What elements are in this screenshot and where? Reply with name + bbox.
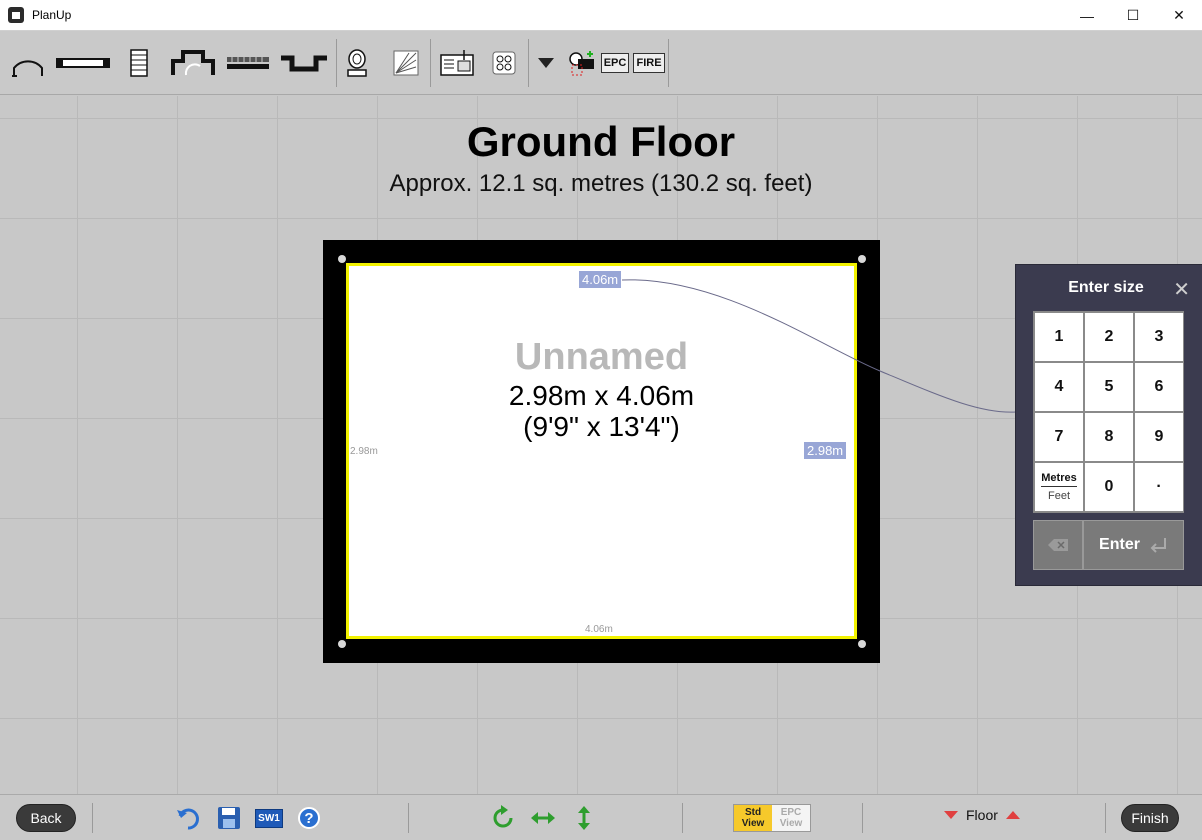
hob-tool[interactable] [492, 45, 516, 81]
std-view-line1: Std [744, 807, 762, 818]
keypad: 1 2 3 4 5 6 7 8 9 Metres Feet 0 · [1033, 311, 1184, 513]
window-icon [56, 58, 110, 68]
sw1-label: SW1 [255, 808, 283, 828]
save-icon [218, 807, 240, 829]
app-icon [8, 7, 24, 23]
enter-return-icon [1150, 538, 1166, 553]
undo-button[interactable] [176, 805, 202, 831]
radiator-icon [227, 57, 269, 69]
title-bar: PlanUp — ☐ ✕ [0, 0, 1202, 31]
bottom-separator [408, 803, 409, 833]
bottom-separator [682, 803, 683, 833]
key-0[interactable]: 0 [1084, 462, 1134, 512]
bottom-separator [1105, 803, 1106, 833]
floor-down-icon[interactable] [944, 811, 958, 819]
enter-label: Enter [1099, 536, 1140, 553]
unit-toggle-key[interactable]: Metres Feet [1034, 462, 1084, 512]
std-view-line2: View [741, 818, 765, 829]
cupboard-icon [440, 50, 474, 76]
key-8[interactable]: 8 [1084, 412, 1134, 462]
epc-view-button[interactable]: EPC View [772, 805, 810, 831]
finish-button[interactable]: Finish [1121, 804, 1179, 832]
alcove-tool[interactable] [280, 45, 328, 81]
hob-icon [492, 51, 516, 75]
minimize-button[interactable]: — [1064, 0, 1110, 31]
toilet-icon [347, 49, 367, 77]
floor-navigator: Floor [944, 807, 1020, 823]
view-toggle: Std View EPC View [733, 804, 811, 832]
shading-icon [393, 50, 419, 76]
unit-secondary: Feet [1047, 490, 1070, 502]
stairs-tool[interactable] [128, 45, 150, 81]
bay-window-icon [171, 50, 215, 76]
undo-icon [177, 808, 199, 830]
toolbar: EPC FIRE [0, 31, 1202, 95]
toilet-tool[interactable] [344, 45, 370, 81]
back-button[interactable]: Back [16, 804, 76, 832]
epc-view-line1: EPC [780, 807, 802, 818]
epc-view-line2: View [779, 818, 803, 829]
bottom-separator [92, 803, 93, 833]
fire-button-label: FIRE [633, 53, 665, 73]
toolbar-separator [668, 39, 669, 87]
toolbar-separator [430, 39, 431, 87]
more-tools-dropdown[interactable] [536, 45, 556, 81]
unit-primary: Metres [1041, 472, 1077, 487]
radiator-tool[interactable] [226, 45, 270, 81]
flip-horizontal-button[interactable] [530, 805, 556, 831]
floor-label: Floor [966, 807, 998, 823]
dropdown-triangle-icon [538, 58, 554, 68]
key-4[interactable]: 4 [1034, 362, 1084, 412]
rotate-button[interactable] [490, 805, 516, 831]
enter-button[interactable]: Enter [1083, 520, 1184, 570]
save-button[interactable] [216, 805, 242, 831]
help-button[interactable]: ? [296, 805, 322, 831]
alcove-icon [281, 55, 327, 72]
rotate-icon [493, 805, 513, 828]
key-1[interactable]: 1 [1034, 312, 1084, 362]
enter-size-panel: Enter size ✕ 1 2 3 4 5 6 7 8 9 Metres Fe… [1015, 264, 1202, 586]
finish-label: Finish [1131, 810, 1169, 826]
key-7[interactable]: 7 [1034, 412, 1084, 462]
toolbar-separator [528, 39, 529, 87]
fire-tool[interactable]: FIRE [633, 45, 665, 81]
door-arc-icon [12, 60, 43, 77]
camera-icon [569, 51, 594, 76]
key-5[interactable]: 5 [1084, 362, 1134, 412]
key-9[interactable]: 9 [1134, 412, 1184, 462]
door-arc-tool[interactable] [10, 45, 46, 81]
help-icon: ? [298, 807, 320, 829]
bottom-separator [862, 803, 863, 833]
key-dot[interactable]: · [1134, 462, 1184, 512]
maximize-button[interactable]: ☐ [1110, 0, 1156, 31]
panel-actions: Enter [1033, 520, 1184, 570]
flip-vertical-button[interactable] [571, 805, 597, 831]
key-3[interactable]: 3 [1134, 312, 1184, 362]
key-2[interactable]: 2 [1084, 312, 1134, 362]
backspace-icon [1048, 539, 1068, 551]
cupboard-tool[interactable] [440, 45, 474, 81]
app-title: PlanUp [32, 8, 72, 22]
epc-button-label: EPC [600, 53, 630, 73]
sw1-button[interactable]: SW1 [255, 805, 283, 831]
shading-tool[interactable] [392, 45, 420, 81]
flip-vertical-icon [578, 806, 590, 830]
std-view-button[interactable]: Std View [734, 805, 772, 831]
panel-title: Enter size [1068, 279, 1144, 296]
bay-window-tool[interactable] [171, 45, 215, 81]
bottom-bar: Back SW1 ? Std View EPC View Floor Finis… [0, 794, 1202, 840]
backspace-button[interactable] [1033, 520, 1083, 570]
close-window-button[interactable]: ✕ [1156, 0, 1202, 31]
camera-tool[interactable] [566, 45, 596, 81]
key-6[interactable]: 6 [1134, 362, 1184, 412]
panel-close-icon[interactable]: ✕ [1173, 277, 1190, 302]
epc-tool[interactable]: EPC [600, 45, 630, 81]
toolbar-separator [336, 39, 337, 87]
window-tool[interactable] [56, 45, 110, 81]
floor-up-icon[interactable] [1005, 811, 1020, 819]
flip-horizontal-icon [531, 812, 555, 824]
back-label: Back [30, 810, 62, 826]
window-controls: — ☐ ✕ [1064, 0, 1202, 31]
stairs-icon [130, 49, 148, 77]
